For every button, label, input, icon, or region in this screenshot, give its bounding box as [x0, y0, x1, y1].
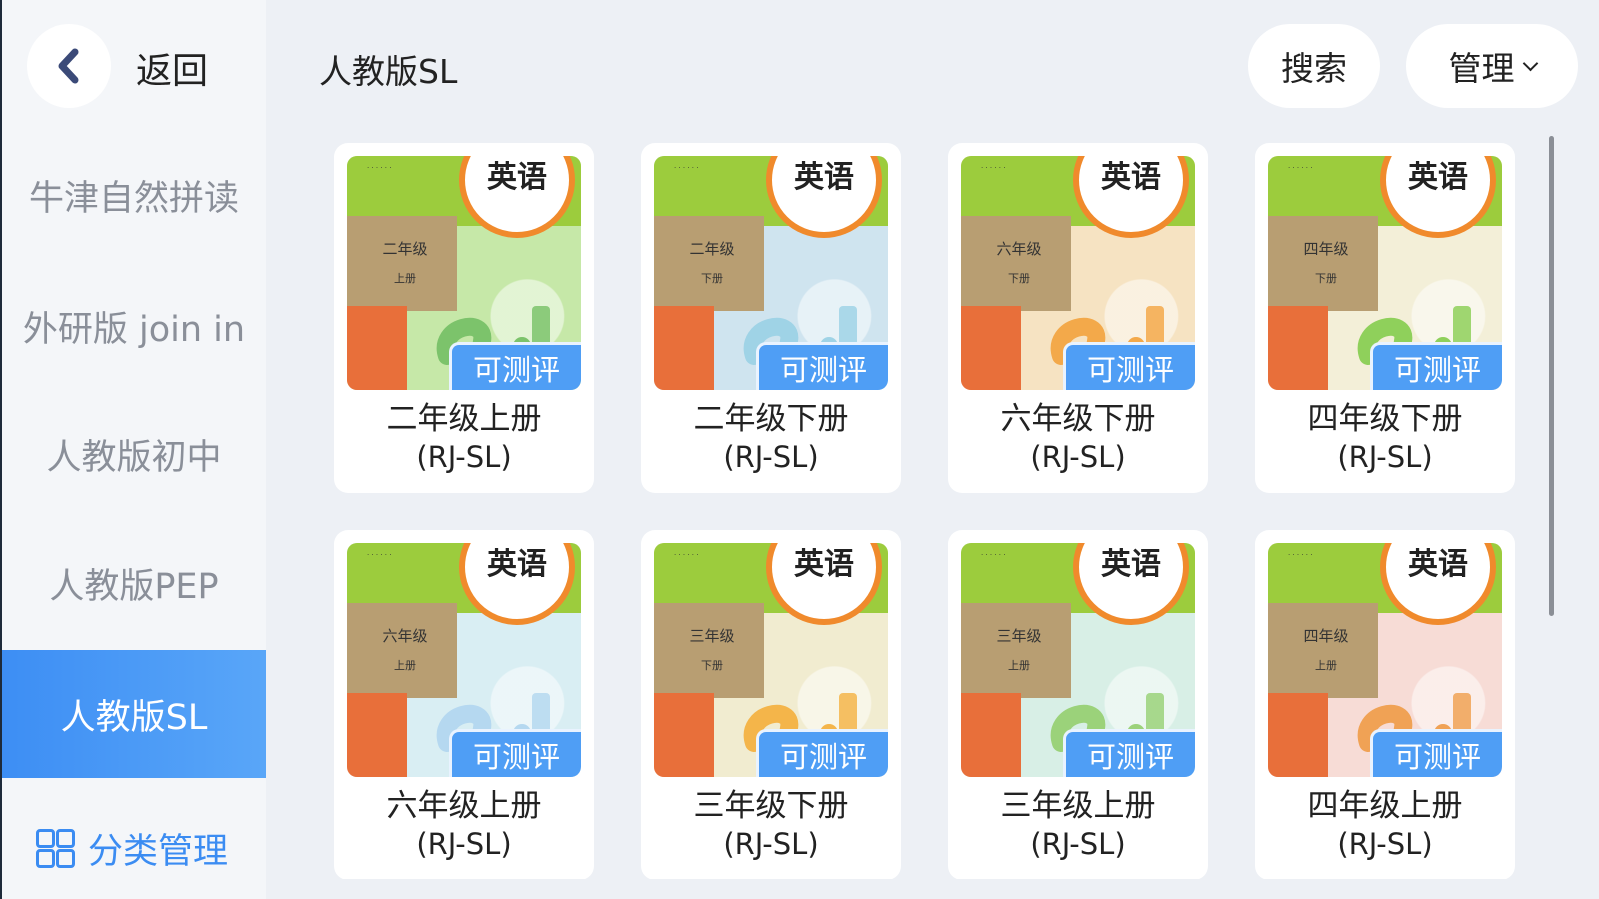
- scrollbar[interactable]: [1549, 136, 1554, 616]
- book-cover[interactable]: · · · · · · 英语 二年级 上册 可测评: [347, 156, 581, 390]
- cover-series-text: · · · · · ·: [367, 551, 392, 559]
- book-code: (RJ-SL): [1030, 827, 1126, 861]
- grid-icon: [36, 829, 75, 868]
- book-title: 六年级上册: [386, 788, 542, 824]
- cover-series-text: · · · · · ·: [981, 551, 1006, 559]
- cover-stripe: [1268, 306, 1328, 390]
- book-cover[interactable]: · · · · · · 英语 六年级 下册 可测评: [961, 156, 1195, 390]
- book-cover[interactable]: · · · · · · 英语 三年级 上册 可测评: [961, 543, 1195, 777]
- book-title: 六年级下册: [1000, 401, 1156, 437]
- cover-title: 英语: [487, 160, 547, 195]
- book-cover[interactable]: · · · · · · 英语 三年级 下册 可测评: [654, 543, 888, 777]
- book-code: (RJ-SL): [1030, 440, 1126, 474]
- book-code: (RJ-SL): [1337, 440, 1433, 474]
- book-cover[interactable]: · · · · · · 英语 四年级 下册 可测评: [1268, 156, 1502, 390]
- chevron-down-icon: [1522, 55, 1538, 71]
- cover-grade: 四年级: [1303, 627, 1349, 645]
- cover-title: 英语: [794, 160, 854, 195]
- cover-title: 英语: [1101, 547, 1161, 582]
- cover-title: 英语: [794, 547, 854, 582]
- cover-stripe: [347, 693, 407, 777]
- search-button[interactable]: 搜索: [1248, 24, 1380, 108]
- cover-series-text: · · · · · ·: [674, 164, 699, 172]
- book-card[interactable]: · · · · · · 英语 三年级 上册 可测评 三年级上册 (RJ-SL): [948, 530, 1208, 879]
- cover-series-text: · · · · · ·: [674, 551, 699, 559]
- book-card[interactable]: · · · · · · 英语 四年级 下册 可测评 四年级下册 (RJ-SL): [1255, 143, 1515, 493]
- evaluable-badge: 可测评: [1063, 342, 1195, 390]
- book-card[interactable]: · · · · · · 英语 六年级 下册 可测评 六年级下册 (RJ-SL): [948, 143, 1208, 493]
- book-title: 二年级上册: [386, 401, 542, 437]
- book-card[interactable]: · · · · · · 英语 四年级 上册 可测评 四年级上册 (RJ-SL): [1255, 530, 1515, 879]
- cover-volume: 上册: [394, 659, 416, 672]
- cover-volume: 上册: [1315, 659, 1337, 672]
- cover-volume: 下册: [701, 272, 723, 285]
- cover-grade: 四年级: [1303, 240, 1349, 258]
- cover-stripe: [961, 306, 1021, 390]
- book-card[interactable]: · · · · · · 英语 三年级 下册 可测评 三年级下册 (RJ-SL): [641, 530, 901, 879]
- book-card[interactable]: · · · · · · 英语 二年级 下册 可测评 二年级下册 (RJ-SL): [641, 143, 901, 493]
- book-code: (RJ-SL): [723, 440, 819, 474]
- cover-series-text: · · · · · ·: [1288, 164, 1313, 172]
- category-manage-button[interactable]: 分类管理: [36, 820, 228, 876]
- page-title: 人教版SL: [319, 52, 458, 91]
- sidebar: 返回 牛津自然拼读 外研版 join in 人教版初中 人教版PEP 人教版SL…: [0, 0, 266, 899]
- cover-stripe: [1268, 693, 1328, 777]
- sidebar-item-oxford-phonics[interactable]: 牛津自然拼读: [2, 131, 266, 259]
- chevron-left-icon: [58, 48, 79, 84]
- cover-volume: 上册: [1008, 659, 1030, 672]
- sidebar-item-pep-sl[interactable]: 人教版SL: [2, 650, 266, 778]
- evaluable-badge: 可测评: [449, 342, 581, 390]
- evaluable-badge: 可测评: [756, 729, 888, 777]
- cover-grade: 三年级: [689, 627, 735, 645]
- book-cover[interactable]: · · · · · · 英语 二年级 下册 可测评: [654, 156, 888, 390]
- book-title: 三年级下册: [693, 788, 849, 824]
- book-title: 二年级下册: [693, 401, 849, 437]
- sidebar-item-fltrp-join-in[interactable]: 外研版 join in: [2, 262, 266, 390]
- manage-dropdown[interactable]: 管理: [1406, 24, 1578, 108]
- sidebar-item-pep-junior[interactable]: 人教版初中: [2, 390, 266, 518]
- book-cover[interactable]: · · · · · · 英语 四年级 上册 可测评: [1268, 543, 1502, 777]
- cover-title: 英语: [487, 547, 547, 582]
- book-cover[interactable]: · · · · · · 英语 六年级 上册 可测评: [347, 543, 581, 777]
- cover-title: 英语: [1408, 160, 1468, 195]
- book-code: (RJ-SL): [1337, 827, 1433, 861]
- cover-volume: 下册: [1008, 272, 1030, 285]
- book-title: 四年级下册: [1307, 401, 1463, 437]
- cover-grade: 二年级: [689, 240, 735, 258]
- evaluable-badge: 可测评: [449, 729, 581, 777]
- cover-volume: 下册: [1315, 272, 1337, 285]
- book-code: (RJ-SL): [723, 827, 819, 861]
- evaluable-badge: 可测评: [1370, 342, 1502, 390]
- book-code: (RJ-SL): [416, 440, 512, 474]
- cover-stripe: [654, 306, 714, 390]
- evaluable-badge: 可测评: [1063, 729, 1195, 777]
- back-button[interactable]: [27, 24, 111, 108]
- cover-grade: 三年级: [996, 627, 1042, 645]
- cover-series-text: · · · · · ·: [1288, 551, 1313, 559]
- cover-grade: 六年级: [382, 627, 428, 645]
- cover-volume: 上册: [394, 272, 416, 285]
- book-code: (RJ-SL): [416, 827, 512, 861]
- book-card[interactable]: · · · · · · 英语 六年级 上册 可测评 六年级上册 (RJ-SL): [334, 530, 594, 879]
- book-title: 三年级上册: [1000, 788, 1156, 824]
- cover-stripe: [347, 306, 407, 390]
- cover-stripe: [961, 693, 1021, 777]
- cover-grade: 六年级: [996, 240, 1042, 258]
- sidebar-item-pep[interactable]: 人教版PEP: [2, 519, 266, 647]
- cover-grade: 二年级: [382, 240, 428, 258]
- cover-series-text: · · · · · ·: [981, 164, 1006, 172]
- book-card[interactable]: · · · · · · 英语 二年级 上册 可测评 二年级上册 (RJ-SL): [334, 143, 594, 493]
- manage-label: 管理: [1448, 49, 1515, 88]
- cover-title: 英语: [1408, 547, 1468, 582]
- book-title: 四年级上册: [1307, 788, 1463, 824]
- cover-series-text: · · · · · ·: [367, 164, 392, 172]
- back-label[interactable]: 返回: [136, 42, 208, 94]
- evaluable-badge: 可测评: [756, 342, 888, 390]
- cover-stripe: [654, 693, 714, 777]
- cover-volume: 下册: [701, 659, 723, 672]
- cover-title: 英语: [1101, 160, 1161, 195]
- evaluable-badge: 可测评: [1370, 729, 1502, 777]
- book-grid: · · · · · · 英语 二年级 上册 可测评 二年级上册 (RJ-SL) …: [334, 143, 1534, 879]
- category-manage-label: 分类管理: [88, 831, 229, 872]
